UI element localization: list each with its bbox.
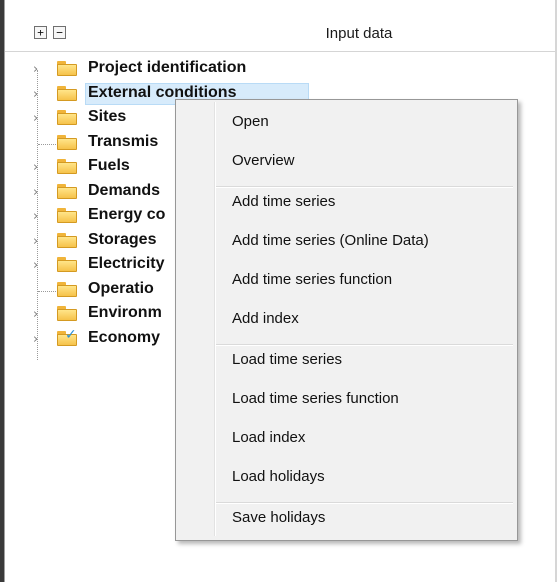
tree-item-label: Storages: [88, 230, 157, 248]
chevron-right-icon[interactable]: ›: [33, 259, 43, 273]
chevron-right-icon[interactable]: ›: [33, 234, 43, 249]
tree-item-label: Fuels: [88, 157, 130, 174]
tree-item[interactable]: › Project identification: [30, 58, 300, 82]
folder-icon: [56, 61, 78, 77]
menu-item-open[interactable]: Open: [232, 110, 269, 134]
chevron-right-icon[interactable]: ›: [33, 87, 43, 102]
chevron-right-icon[interactable]: ›: [33, 332, 43, 347]
checked-folder-icon: ✓: [56, 328, 78, 347]
folder-icon: [56, 85, 78, 102]
menu-separator: [216, 186, 513, 188]
tree-connector: [38, 290, 56, 292]
tree-item-label: Demands: [88, 181, 161, 199]
tree-item-label: Transmis: [88, 132, 159, 150]
folder-icon: [56, 281, 78, 298]
tree-item-label: Economy: [88, 328, 161, 346]
chevron-right-icon[interactable]: ›: [33, 185, 43, 200]
menu-item-add-time-series-function[interactable]: Add time series function: [232, 268, 392, 292]
context-menu-gutter: [214, 102, 216, 536]
tree-item-label: Project identification: [88, 59, 247, 76]
menu-item-add-time-series[interactable]: Add time series: [232, 190, 335, 214]
folder-icon: [56, 183, 78, 200]
expand-all-button[interactable]: +: [34, 26, 47, 39]
chevron-right-icon[interactable]: ›: [33, 112, 43, 126]
chevron-right-icon[interactable]: ›: [33, 308, 43, 322]
folder-icon: [56, 232, 78, 249]
menu-item-save-holidays[interactable]: Save holidays: [232, 506, 325, 530]
tree-item-label: Sites: [88, 108, 127, 125]
panel-header: + − Input data: [5, 18, 555, 52]
chevron-right-icon[interactable]: ›: [33, 63, 43, 77]
chevron-right-icon[interactable]: ›: [33, 210, 43, 224]
context-menu: Open Overview Add time series Add time seri…: [175, 99, 518, 541]
folder-icon: [56, 159, 78, 175]
panel-title: Input data: [325, 25, 393, 42]
tree-connector: [38, 143, 56, 145]
left-window-frame-edge: [4, 0, 5, 582]
menu-item-add-index[interactable]: Add index: [232, 307, 299, 331]
menu-item-load-holidays[interactable]: Load holidays: [232, 465, 325, 489]
menu-separator: [216, 344, 513, 346]
folder-icon: [56, 134, 78, 151]
tree-item-label: Operatio: [88, 279, 154, 297]
collapse-all-button[interactable]: −: [53, 26, 66, 39]
folder-icon: [56, 306, 78, 322]
tree-item-label: Energy co: [88, 206, 166, 223]
menu-item-load-time-series-function[interactable]: Load time series function: [232, 387, 399, 411]
menu-item-load-index[interactable]: Load index: [232, 426, 305, 450]
menu-item-overview[interactable]: Overview: [232, 149, 295, 173]
folder-icon: [56, 110, 78, 126]
menu-item-add-time-series-online-data[interactable]: Add time series (Online Data): [232, 229, 429, 253]
chevron-right-icon[interactable]: ›: [33, 161, 43, 175]
tree-item-label: Electricity: [88, 255, 165, 272]
folder-icon: [56, 257, 78, 273]
folder-icon: [56, 208, 78, 224]
menu-separator: [216, 502, 513, 504]
tree-item-label: Environm: [88, 304, 162, 321]
menu-item-load-time-series[interactable]: Load time series: [232, 348, 342, 372]
